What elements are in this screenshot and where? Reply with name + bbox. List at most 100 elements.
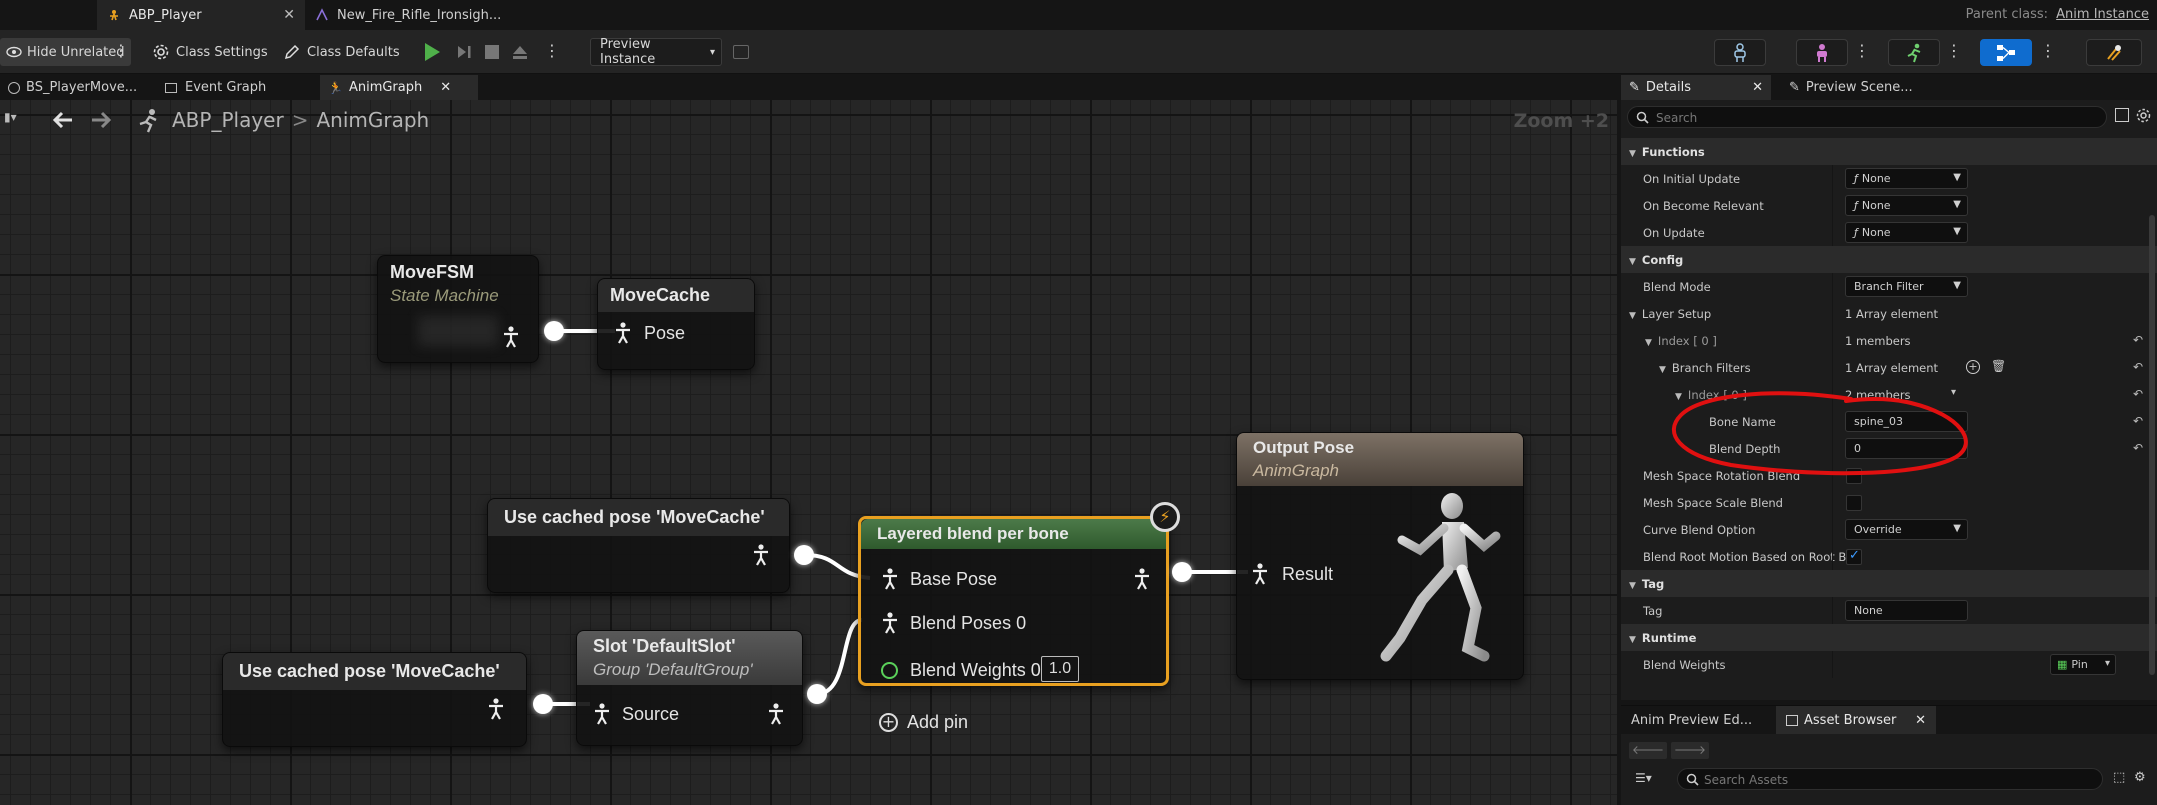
preview-instance-dropdown[interactable]: Preview Instance ▾ <box>590 37 722 67</box>
asset-search-input[interactable] <box>1704 771 2084 788</box>
output-pin[interactable] <box>794 545 814 565</box>
class-defaults-button[interactable]: Class Defaults <box>277 38 406 66</box>
tab-asset-browser[interactable]: Asset Browser ✕ <box>1776 706 1936 734</box>
node-subtitle: Group 'DefaultGroup' <box>593 660 753 679</box>
parent-class-link[interactable]: Anim Instance <box>2056 7 2149 22</box>
doc-tab-abp-player[interactable]: ABP_Player ✕ <box>97 0 305 30</box>
curve-blend-combo[interactable]: Override ▼ <box>1845 519 1968 540</box>
asset-search[interactable] <box>1677 768 2103 790</box>
tag-input[interactable]: None <box>1845 600 1968 621</box>
add-element-icon[interactable]: + <box>1966 360 1980 374</box>
hide-unrelated-button[interactable]: Hide Unrelated <box>0 38 131 66</box>
more-options-icon[interactable]: ⋮ <box>1854 41 1870 61</box>
details-search[interactable] <box>1627 106 2107 128</box>
pose-pin-icon[interactable] <box>881 568 899 590</box>
blend-root-motion-checkbox[interactable] <box>1846 548 1862 565</box>
more-options-icon[interactable]: ⋮ <box>2040 41 2056 61</box>
node-title: Output Pose <box>1253 438 1355 457</box>
collapse-icon[interactable]: ▼ <box>1659 365 1666 375</box>
table-view-icon[interactable] <box>2115 108 2129 122</box>
details-search-input[interactable] <box>1656 109 2096 126</box>
function-combo[interactable]: ƒ None ▼ <box>1845 168 1968 189</box>
reset-icon[interactable]: ↶ <box>2133 414 2143 428</box>
state-machine-node[interactable]: MoveFSM State Machine <box>377 255 539 363</box>
more-options-icon[interactable]: ⋮ <box>113 41 129 61</box>
reset-icon[interactable]: ↶ <box>2133 333 2143 347</box>
gear-icon[interactable] <box>2136 108 2151 123</box>
step-icon[interactable] <box>456 44 472 60</box>
close-icon[interactable]: ✕ <box>1915 713 1926 728</box>
physics-mode-button[interactable] <box>2086 39 2142 66</box>
class-settings-button[interactable]: Class Settings <box>146 38 274 66</box>
anim-graph-canvas[interactable]: ▮▾ ABP_Player > AnimGraph Zoom +2 MoveFSM … <box>0 100 1617 805</box>
blend-mode-combo[interactable]: Branch Filter ▼ <box>1845 276 1968 297</box>
tab-event-graph[interactable]: Event Graph <box>157 75 317 100</box>
physics-icon <box>2107 44 2121 61</box>
more-options-icon[interactable]: ⋮ <box>544 41 560 61</box>
save-cached-pose-node[interactable]: MoveCache Pose <box>597 278 755 370</box>
collapse-icon[interactable]: ▼ <box>1645 338 1652 348</box>
use-cached-pose-node[interactable]: Use cached pose 'MoveCache' <box>487 498 790 593</box>
layered-blend-per-bone-node[interactable]: Layered blend per bone Base Pose Blend P… <box>858 516 1169 732</box>
reset-icon[interactable]: ↶ <box>2133 387 2143 401</box>
property-mesh-space-scale-blend: Mesh Space Scale Blend <box>1621 489 2157 516</box>
details-scrollbar[interactable] <box>2149 215 2155 675</box>
category-config[interactable]: ▼ Config <box>1621 246 2157 273</box>
pose-pin-icon[interactable] <box>593 703 611 725</box>
blend-weight-input[interactable]: 1.0 <box>1041 656 1079 682</box>
animation-mode-button[interactable] <box>1888 39 1940 66</box>
output-pin[interactable] <box>807 684 827 704</box>
mesh-space-scale-checkbox[interactable] <box>1846 495 1862 511</box>
output-pin[interactable] <box>1172 562 1192 582</box>
tab-anim-preview-editor[interactable]: Anim Preview Ed... <box>1621 706 1771 734</box>
tab-animgraph[interactable]: 🏃 AnimGraph ✕ <box>320 75 478 100</box>
mesh-mode-button[interactable] <box>1796 39 1848 66</box>
delete-icon[interactable]: 🗑 <box>1991 359 2006 373</box>
function-combo[interactable]: ƒ None ▼ <box>1845 195 1968 216</box>
eject-icon[interactable] <box>511 43 529 61</box>
pose-pin-icon[interactable] <box>502 326 520 348</box>
doc-tab-rifle[interactable]: New_Fire_Rifle_Ironsigh... <box>305 0 501 30</box>
category-runtime[interactable]: ▼ Runtime <box>1621 624 2157 651</box>
debug-object-icon[interactable] <box>733 45 749 59</box>
pose-pin-icon[interactable] <box>614 322 632 344</box>
output-pin[interactable] <box>533 694 553 714</box>
category-tag[interactable]: ▼ Tag <box>1621 570 2157 597</box>
output-pose-node[interactable]: Output Pose AnimGraph Result <box>1236 432 1524 680</box>
float-pin-icon[interactable] <box>881 662 898 679</box>
pose-pin-icon[interactable] <box>752 544 770 566</box>
reset-icon[interactable]: ↶ <box>2133 441 2143 455</box>
pose-pin-icon[interactable] <box>767 703 785 725</box>
gear-icon[interactable]: ⚙ <box>2134 770 2146 785</box>
function-combo[interactable]: ƒ None ▼ <box>1845 222 1968 243</box>
tab-details[interactable]: ✎ Details ✕ <box>1621 75 1771 100</box>
add-pin-label[interactable]: Add pin <box>907 712 968 733</box>
close-icon[interactable]: ✕ <box>283 7 295 23</box>
pose-pin-icon[interactable] <box>1251 563 1269 585</box>
close-icon[interactable]: ✕ <box>440 80 451 95</box>
collapse-icon[interactable]: ▼ <box>1629 311 1636 321</box>
play-icon[interactable] <box>425 43 440 61</box>
tab-blendspace[interactable]: BS_PlayerMove... <box>0 75 154 100</box>
back-arrow-icon[interactable]: 🡐 <box>1629 742 1667 759</box>
red-annotation-circle <box>1671 391 1968 476</box>
forward-arrow-icon[interactable]: 🡒 <box>1671 742 1709 759</box>
pin-options-combo[interactable]: ▦ Pin ▾ <box>2050 654 2116 675</box>
add-icon[interactable]: + <box>879 713 898 732</box>
tab-preview-scene[interactable]: ✎ Preview Scene... <box>1781 75 1941 100</box>
save-search-icon[interactable]: ⬚ <box>2113 770 2125 785</box>
use-cached-pose-node[interactable]: Use cached pose 'MoveCache' <box>222 652 527 747</box>
output-pin[interactable] <box>544 321 564 341</box>
blueprint-mode-button[interactable] <box>1980 39 2032 66</box>
skeleton-mode-button[interactable] <box>1714 39 1766 66</box>
pose-pin-icon[interactable] <box>487 698 505 720</box>
filter-icon[interactable]: ☰▾ <box>1635 771 1652 785</box>
category-functions[interactable]: ▼ Functions <box>1621 138 2157 165</box>
more-options-icon[interactable]: ⋮ <box>1946 41 1962 61</box>
close-icon[interactable]: ✕ <box>1752 80 1763 95</box>
pose-pin-icon[interactable] <box>881 612 899 634</box>
stop-icon[interactable] <box>485 45 499 59</box>
pose-pin-icon[interactable] <box>1133 568 1151 590</box>
slot-node[interactable]: Slot 'DefaultSlot' Group 'DefaultGroup' … <box>576 630 803 746</box>
reset-icon[interactable]: ↶ <box>2133 360 2143 374</box>
